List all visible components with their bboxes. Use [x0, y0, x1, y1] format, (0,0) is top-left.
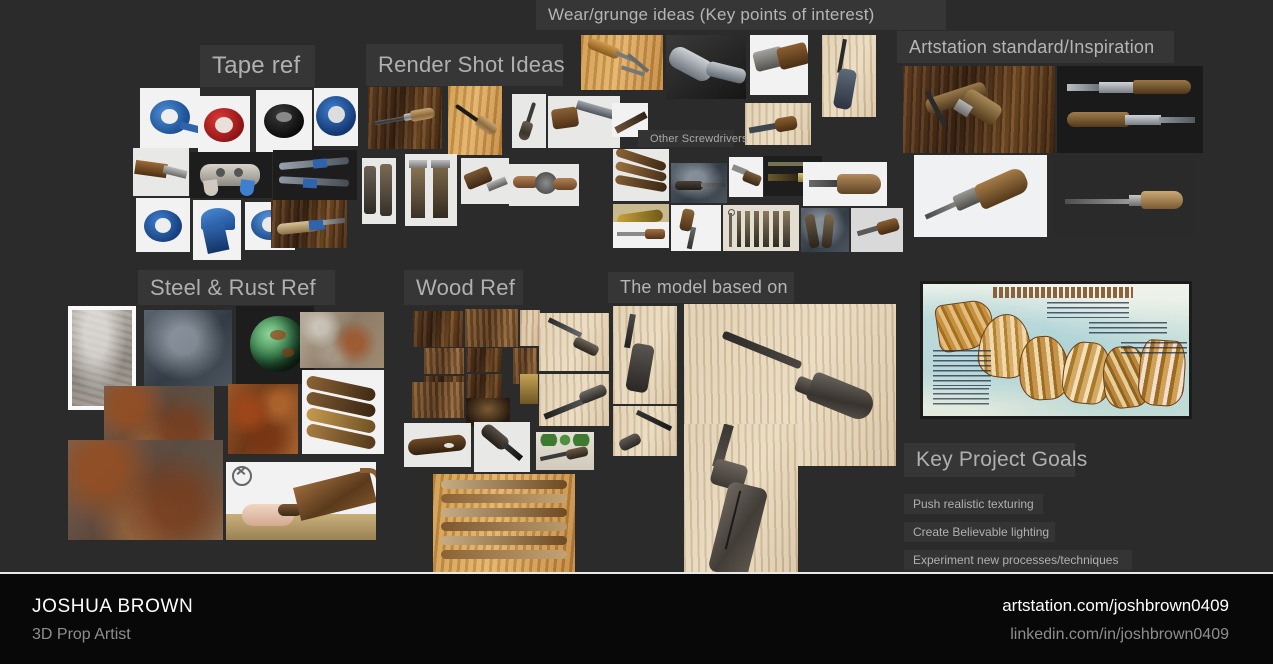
wear-grunge-image-1 [581, 35, 663, 90]
other-screwdrivers-image-9 [723, 205, 799, 251]
tape-ref-image-taped-screwdriver [271, 200, 347, 248]
moodboard-canvas: Tape ref Render Shot Ideas Wear/grunge i… [0, 0, 1273, 572]
section-header-model-based-on-label: The model based on [620, 277, 788, 297]
wood-ref-image-3 [520, 310, 540, 346]
tape-ref-image-controller [190, 152, 272, 198]
section-header-tape-ref: Tape ref [200, 45, 315, 87]
steel-rust-image-rust-large [68, 440, 223, 540]
artstation-image-4 [1053, 155, 1193, 237]
artstation-image-3 [914, 155, 1047, 237]
render-shot-image-4 [548, 96, 620, 148]
goal-item-1: Push realistic texturing [904, 494, 1043, 514]
wear-grunge-image-3 [750, 35, 808, 95]
render-shot-image-6 [405, 154, 457, 226]
other-screwdrivers-image-8 [671, 205, 721, 251]
section-header-wood-ref-label: Wood Ref [416, 274, 516, 300]
footer-artist-role: 3D Prop Artist [32, 626, 131, 643]
render-shot-image-1 [368, 87, 442, 149]
wood-ref-image-11 [520, 374, 538, 404]
section-header-render-shot-ideas: Render Shot Ideas [366, 44, 565, 86]
wood-ref-image-5 [466, 348, 502, 372]
wood-ref-image-4 [424, 348, 464, 374]
section-header-tape-ref-label: Tape ref [212, 52, 301, 79]
other-screwdrivers-image-10 [801, 208, 849, 252]
section-header-key-project-goals: Key Project Goals [904, 443, 1087, 477]
footer-bar: JOSHUA BROWN 3D Prop Artist artstation.c… [0, 572, 1273, 664]
steel-rust-image-rust-green [300, 312, 384, 368]
steel-rust-image-rust-panel-b [228, 384, 298, 454]
render-shot-image-8 [509, 164, 579, 206]
section-header-steel-rust-ref: Steel & Rust Ref [138, 270, 335, 305]
section-header-steel-rust-ref-label: Steel & Rust Ref [150, 274, 316, 300]
section-header-wood-ref: Wood Ref [404, 270, 523, 305]
wood-ref-image-tool-1 [539, 313, 609, 371]
wood-ref-image-tool-5 [536, 432, 594, 470]
goal-item-1-label: Push realistic texturing [913, 497, 1034, 511]
goal-item-3-label: Experiment new processes/techniques [913, 553, 1119, 567]
section-header-wear-grunge-label: Wear/grunge ideas (Key points of interes… [548, 5, 875, 24]
wear-grunge-image-5 [745, 103, 811, 145]
section-header-key-project-goals-label: Key Project Goals [916, 448, 1088, 471]
wood-ref-image-tool-3 [404, 423, 471, 467]
steel-rust-image-handles-row [302, 370, 384, 454]
goal-item-3: Experiment new processes/techniques [904, 550, 1132, 570]
render-shot-image-3 [512, 94, 546, 148]
other-screwdrivers-image-11 [851, 208, 903, 252]
model-image-side-2 [613, 406, 677, 456]
tape-ref-image-blue-roll-1 [140, 88, 200, 148]
footer-link-linkedin[interactable]: linkedin.com/in/joshbrown0409 [1010, 626, 1229, 644]
steel-rust-image-hand-tool [226, 462, 376, 540]
model-image-side-1 [613, 306, 677, 404]
tape-ref-image-taped-handle [133, 148, 189, 196]
other-screwdrivers-image-7 [613, 222, 669, 248]
wood-ref-image-tool-4 [474, 422, 530, 472]
wear-grunge-image-2 [666, 35, 746, 99]
footer-artist-name: JOSHUA BROWN [32, 596, 194, 617]
artstation-image-1 [903, 66, 1055, 153]
wood-grain-diagram [920, 281, 1192, 419]
tape-ref-image-blue-roll-4 [193, 200, 241, 260]
section-header-model-based-on: The model based on [608, 272, 794, 303]
steel-rust-image-blue-metal [144, 310, 232, 386]
other-screwdrivers-image-3 [729, 157, 763, 197]
wood-ref-image-tool-2 [539, 374, 609, 426]
goal-item-2-label: Create Believable lighting [913, 525, 1050, 539]
wood-grain-diagram-title [993, 287, 1133, 298]
section-header-other-screwdrivers-label: Other Screwdrivers [650, 132, 748, 145]
tape-ref-image-black-roll [256, 90, 312, 152]
section-header-artstation-standard: Artstation standard/Inspiration [897, 31, 1174, 63]
other-screwdrivers-image-5 [803, 162, 887, 206]
footer-link-artstation[interactable]: artstation.com/joshbrown0409 [1002, 596, 1229, 616]
wear-grunge-image-4 [822, 35, 876, 117]
model-image-closeup [684, 424, 798, 572]
tape-ref-image-red-roll [198, 96, 250, 152]
artstation-image-2 [1057, 66, 1203, 153]
render-shot-image-2 [448, 85, 502, 155]
section-header-artstation-standard-label: Artstation standard/Inspiration [909, 36, 1155, 57]
tape-ref-image-wrench-pair [273, 150, 357, 200]
wood-ref-image-2 [465, 309, 518, 347]
tape-ref-image-blue-roll-2 [314, 88, 358, 146]
wood-ref-image-9 [412, 382, 464, 418]
other-screwdrivers-image-1 [613, 149, 669, 201]
section-header-other-screwdrivers: Other Screwdrivers [638, 130, 748, 147]
render-shot-image-5 [362, 158, 396, 224]
section-header-render-shot-ideas-label: Render Shot Ideas [378, 52, 565, 77]
goal-item-2: Create Believable lighting [904, 522, 1055, 542]
render-shot-image-7 [461, 158, 509, 204]
other-screwdrivers-image-2 [671, 163, 727, 203]
wood-ref-image-1 [413, 311, 463, 347]
wood-ref-image-8 [466, 374, 502, 398]
wood-ref-image-tool-tray [433, 474, 575, 572]
section-header-wear-grunge: Wear/grunge ideas (Key points of interes… [536, 0, 946, 30]
tape-ref-image-blue-roll-3 [136, 198, 190, 252]
